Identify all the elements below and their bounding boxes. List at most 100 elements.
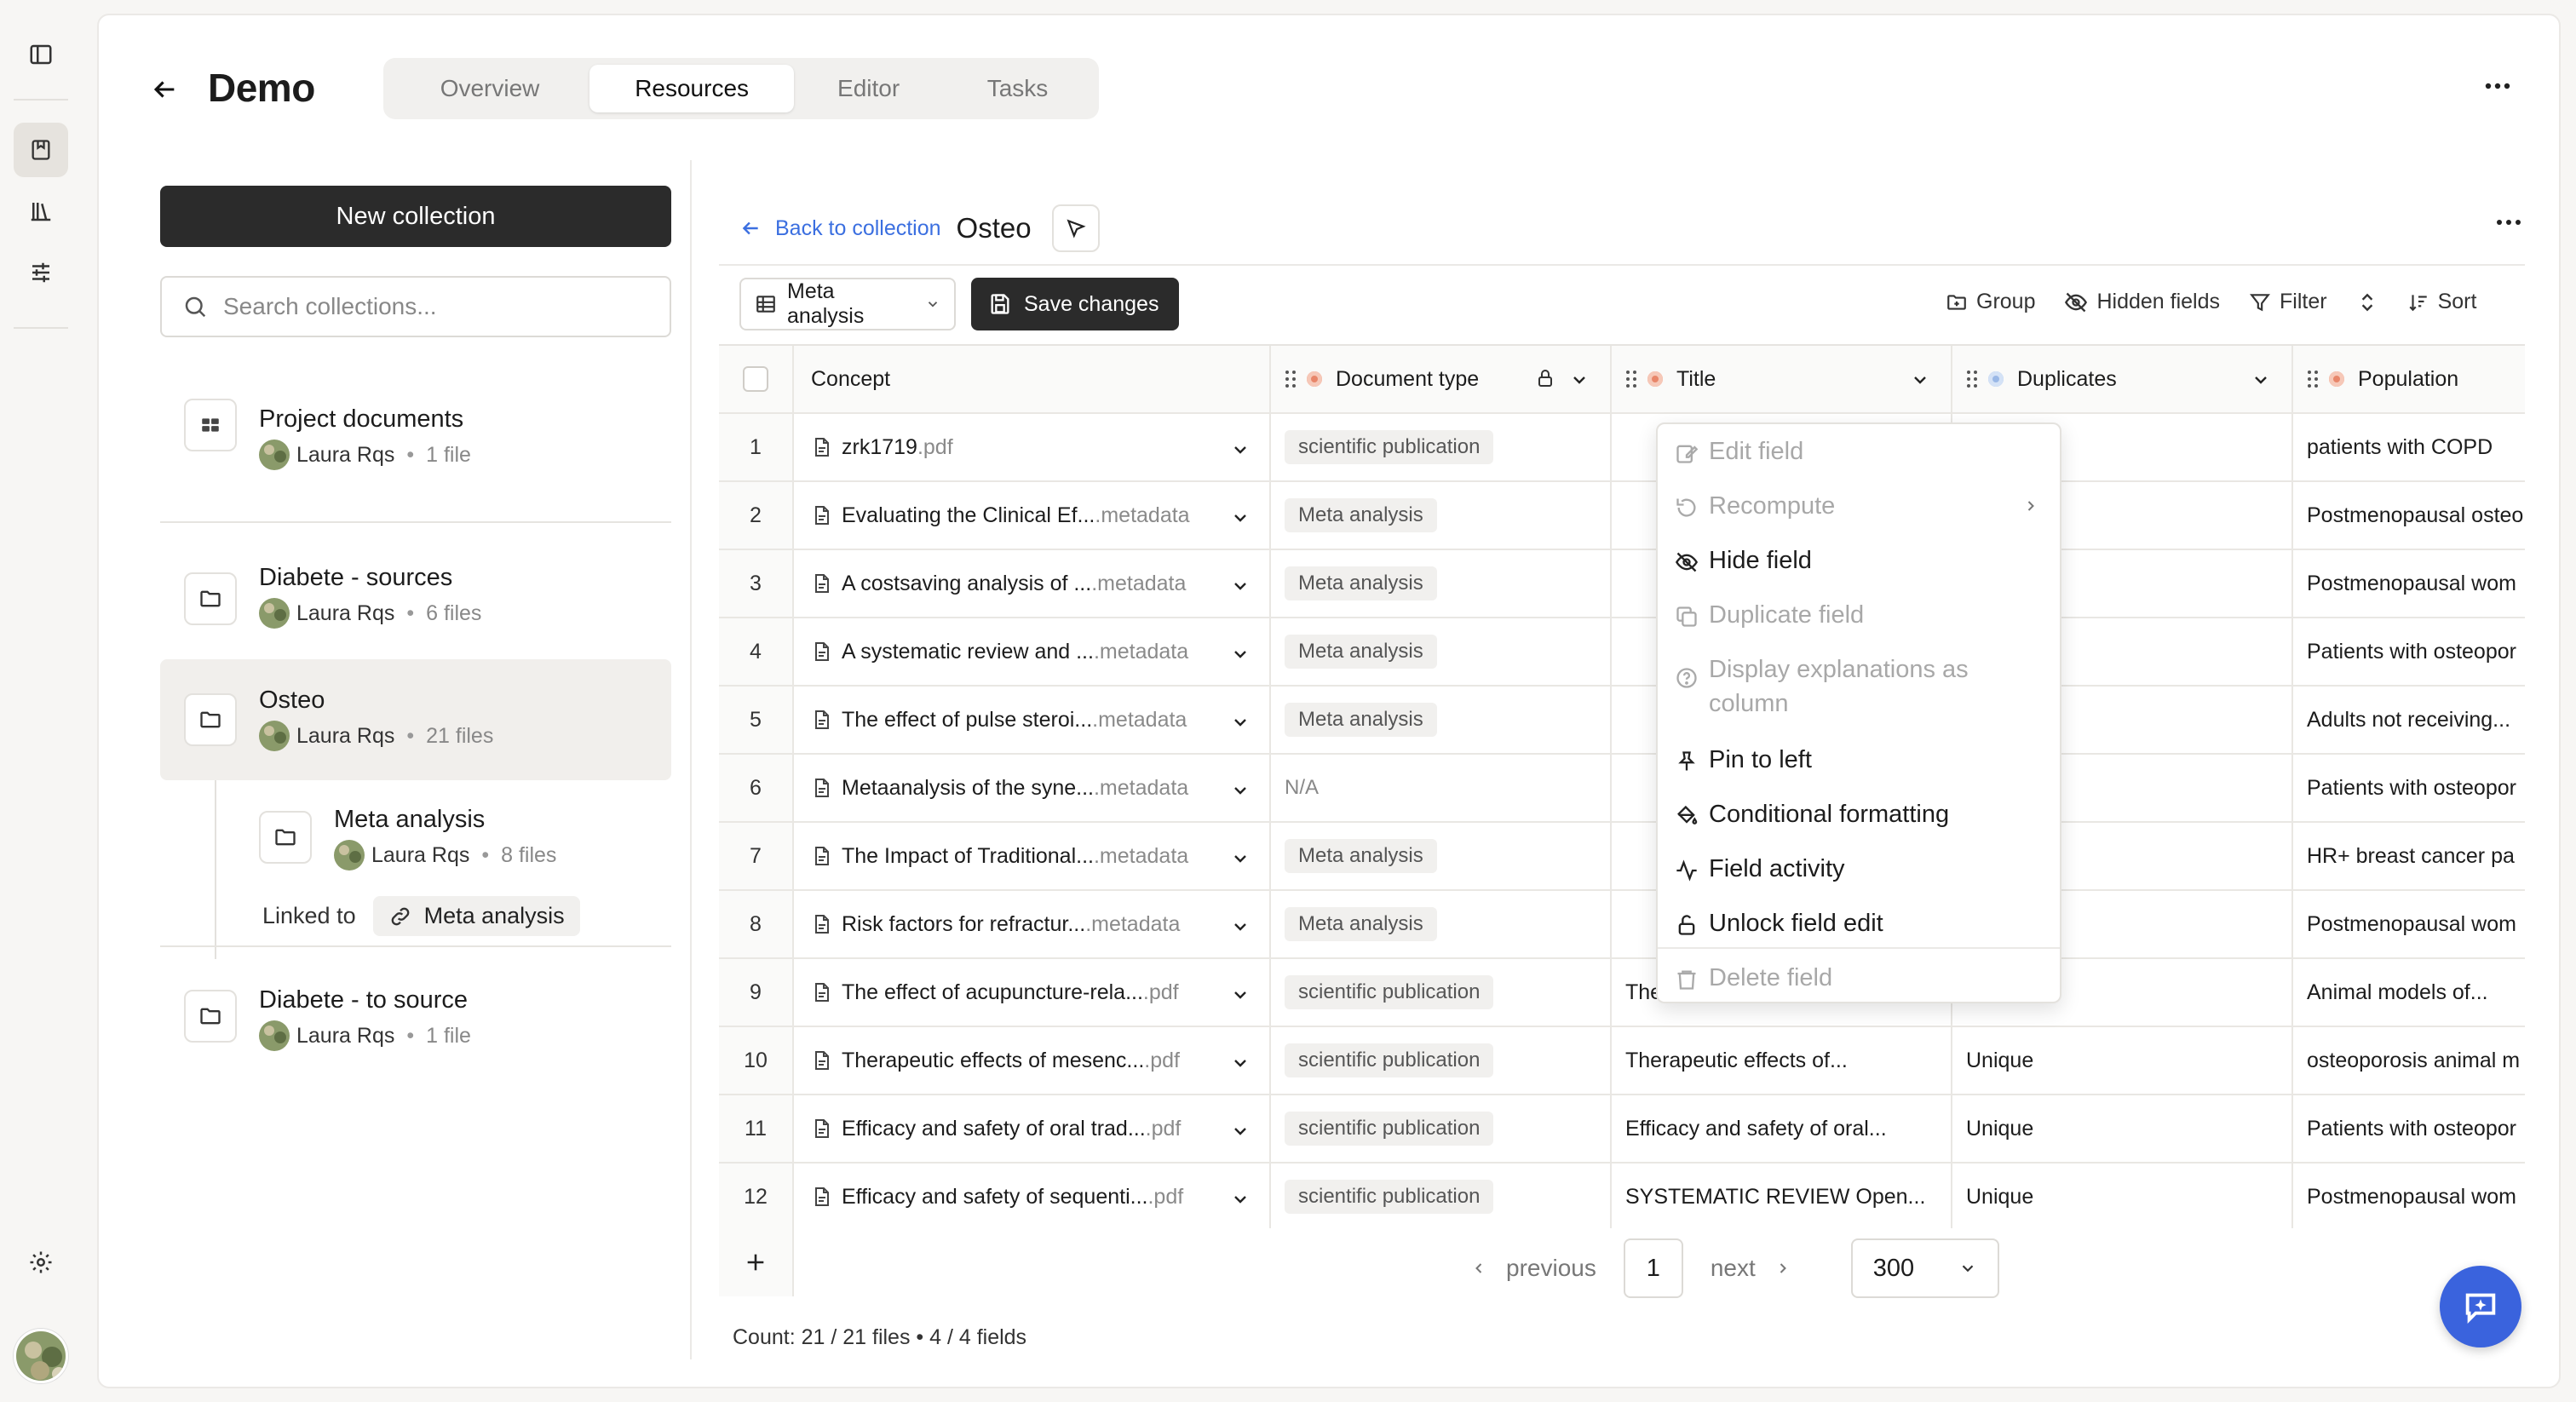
concept-cell[interactable]: Metaanalysis of the syne... .metadata (794, 755, 1271, 821)
previous-page-button[interactable]: previous (1460, 1255, 1607, 1282)
nav-settings-sliders-button[interactable] (14, 245, 68, 300)
menu-item-duplicate-field[interactable]: Duplicate field (1658, 598, 2060, 632)
table-row[interactable]: 8 Risk factors for refractur... .metadata M… (719, 891, 2525, 959)
document-type-cell[interactable]: scientific publication (1271, 1095, 1612, 1162)
concept-cell[interactable]: The Impact of Traditional... .metadata (794, 823, 1271, 889)
population-cell[interactable]: patients with COPD (2293, 414, 2525, 480)
drag-handle-icon[interactable] (1285, 369, 1297, 389)
column-header-population[interactable]: Population (2293, 346, 2525, 412)
column-header-concept[interactable]: Concept (794, 346, 1271, 412)
tab-editor[interactable]: Editor (794, 65, 943, 112)
page-number-input[interactable]: 1 (1623, 1238, 1683, 1298)
population-cell[interactable]: Patients with osteopor (2293, 755, 2525, 821)
population-cell[interactable]: Postmenopausal osteo (2293, 482, 2525, 549)
title-cell[interactable]: SYSTEMATIC REVIEW Open... (1612, 1164, 1952, 1228)
population-cell[interactable]: Postmenopausal wom (2293, 1164, 2525, 1228)
table-row[interactable]: 4A systematic review and ... .metadata Met… (719, 618, 2525, 687)
population-cell[interactable]: HR+ breast cancer pa (2293, 823, 2525, 889)
page-size-select[interactable]: 300 (1850, 1238, 1999, 1298)
next-page-button[interactable]: next (1700, 1255, 1802, 1282)
concept-cell[interactable]: Therapeutic effects of mesenc... .pdf (794, 1027, 1271, 1094)
menu-item-hide-field[interactable]: Hide field (1658, 543, 2060, 577)
duplicates-cell[interactable]: Unique (1952, 1095, 2293, 1162)
drag-handle-icon[interactable] (2307, 369, 2319, 389)
settings-button[interactable] (14, 1235, 68, 1290)
menu-item-pin-to-left[interactable]: Pin to left (1658, 743, 2060, 777)
back-to-collection-link[interactable]: Back to collection (739, 216, 941, 241)
drag-handle-icon[interactable] (1625, 369, 1637, 389)
nav-resources-button[interactable] (14, 123, 68, 177)
table-row[interactable]: 10 Therapeutic effects of mesenc... .pdf sc… (719, 1027, 2525, 1095)
chevron-down-icon[interactable] (1230, 780, 1251, 801)
collection-item-meta-analysis[interactable]: Meta analysis Laura Rqs • 8 files (235, 782, 671, 884)
concept-cell[interactable]: Efficacy and safety of oral trad... .pdf (794, 1095, 1271, 1162)
document-type-cell[interactable]: scientific publication (1271, 1164, 1612, 1228)
collection-item-diabete-sources[interactable]: Diabete - sources Laura Rqs • 6 files (160, 537, 671, 656)
table-row[interactable]: 9 The effect of acupuncture-rela... .pdf sc… (719, 959, 2525, 1027)
population-cell[interactable]: Animal models of... (2293, 959, 2525, 1026)
document-type-cell[interactable]: Meta analysis (1271, 823, 1612, 889)
table-row[interactable]: 5 The effect of pulse steroi... .metadata M… (719, 687, 2525, 755)
drag-handle-icon[interactable] (1966, 369, 1978, 389)
concept-cell[interactable]: Evaluating the Clinical Ef... .metadata (794, 482, 1271, 549)
document-type-cell[interactable]: scientific publication (1271, 1027, 1612, 1094)
toggle-sidebar-button[interactable] (14, 27, 68, 82)
concept-cell[interactable]: Efficacy and safety of sequenti... .pdf (794, 1164, 1271, 1228)
tab-overview[interactable]: Overview (390, 65, 589, 112)
table-row[interactable]: 1zrk1719.pdfscientific publicationUnique… (719, 414, 2525, 482)
chevron-down-icon[interactable] (1230, 712, 1251, 733)
duplicates-cell[interactable]: Unique (1952, 1164, 2293, 1228)
menu-item-display-explanations[interactable]: Display explanations as column (1658, 652, 2060, 721)
population-cell[interactable]: Patients with osteopor (2293, 618, 2525, 685)
document-type-cell[interactable]: N/A (1271, 755, 1612, 821)
table-row[interactable]: 2 Evaluating the Clinical Ef... .metadata M… (719, 482, 2525, 550)
chevron-down-icon[interactable] (1230, 644, 1251, 664)
chevron-down-icon[interactable] (1230, 576, 1251, 596)
column-header-duplicates[interactable]: Duplicates (1952, 346, 2293, 412)
title-cell[interactable]: Efficacy and safety of oral... (1612, 1095, 1952, 1162)
chevron-down-icon[interactable] (1230, 1121, 1251, 1141)
menu-item-delete-field[interactable]: Delete field (1658, 961, 2060, 995)
collection-item-diabete-to-source[interactable]: Diabete - to source Laura Rqs • 1 file (160, 962, 671, 1073)
hidden-fields-button[interactable]: Hidden fields (2064, 290, 2220, 314)
menu-item-edit-field[interactable]: Edit field (1658, 434, 2060, 468)
search-collections-input[interactable]: Search collections... (160, 276, 671, 337)
population-cell[interactable]: Postmenopausal wom (2293, 550, 2525, 617)
chevron-down-icon[interactable] (1230, 1189, 1251, 1210)
document-type-cell[interactable]: Meta analysis (1271, 687, 1612, 753)
nav-library-button[interactable] (14, 184, 68, 238)
document-type-cell[interactable]: Meta analysis (1271, 550, 1612, 617)
navigate-button[interactable] (1051, 204, 1100, 252)
chevron-down-icon[interactable] (1230, 916, 1251, 937)
concept-cell[interactable]: Risk factors for refractur... .metadata (794, 891, 1271, 957)
more-options-icon[interactable] (2484, 82, 2511, 90)
collection-item-project-documents[interactable]: Project documents Laura Rqs • 1 file (160, 371, 671, 482)
menu-item-field-activity[interactable]: Field activity (1658, 852, 2060, 886)
chevron-down-icon[interactable] (1230, 508, 1251, 528)
expand-collapse-button[interactable] (2356, 291, 2378, 313)
add-row-button[interactable] (719, 1228, 794, 1296)
table-row[interactable]: 3A costsaving analysis of ... .metadata Me… (719, 550, 2525, 618)
chevron-down-icon[interactable] (1230, 440, 1251, 460)
select-all-checkbox[interactable] (743, 366, 768, 392)
table-row[interactable]: 11 Efficacy and safety of oral trad... .pd… (719, 1095, 2525, 1164)
chevron-down-icon[interactable] (2251, 370, 2271, 390)
concept-cell[interactable]: A costsaving analysis of ... .metadata (794, 550, 1271, 617)
column-header-document-type[interactable]: Document type (1271, 346, 1612, 412)
back-arrow-icon[interactable] (150, 75, 179, 104)
chevron-down-icon[interactable] (1569, 370, 1590, 390)
chevron-down-icon[interactable] (1910, 370, 1930, 390)
tab-resources[interactable]: Resources (589, 65, 795, 112)
linked-collection-chip[interactable]: Meta analysis (372, 896, 580, 936)
chat-assistant-button[interactable] (2440, 1266, 2521, 1347)
user-avatar[interactable] (14, 1329, 68, 1383)
document-type-cell[interactable]: Meta analysis (1271, 482, 1612, 549)
concept-cell[interactable]: The effect of acupuncture-rela... .pdf (794, 959, 1271, 1026)
duplicates-cell[interactable]: Unique (1952, 1027, 2293, 1094)
save-changes-button[interactable]: Save changes (971, 278, 1179, 330)
table-row[interactable]: 7 The Impact of Traditional... .metadata Me… (719, 823, 2525, 891)
menu-item-unlock-field-edit[interactable]: Unlock field edit (1658, 906, 2060, 940)
population-cell[interactable]: Adults not receiving... (2293, 687, 2525, 753)
chevron-down-icon[interactable] (1230, 848, 1251, 869)
tab-tasks[interactable]: Tasks (943, 65, 1092, 112)
